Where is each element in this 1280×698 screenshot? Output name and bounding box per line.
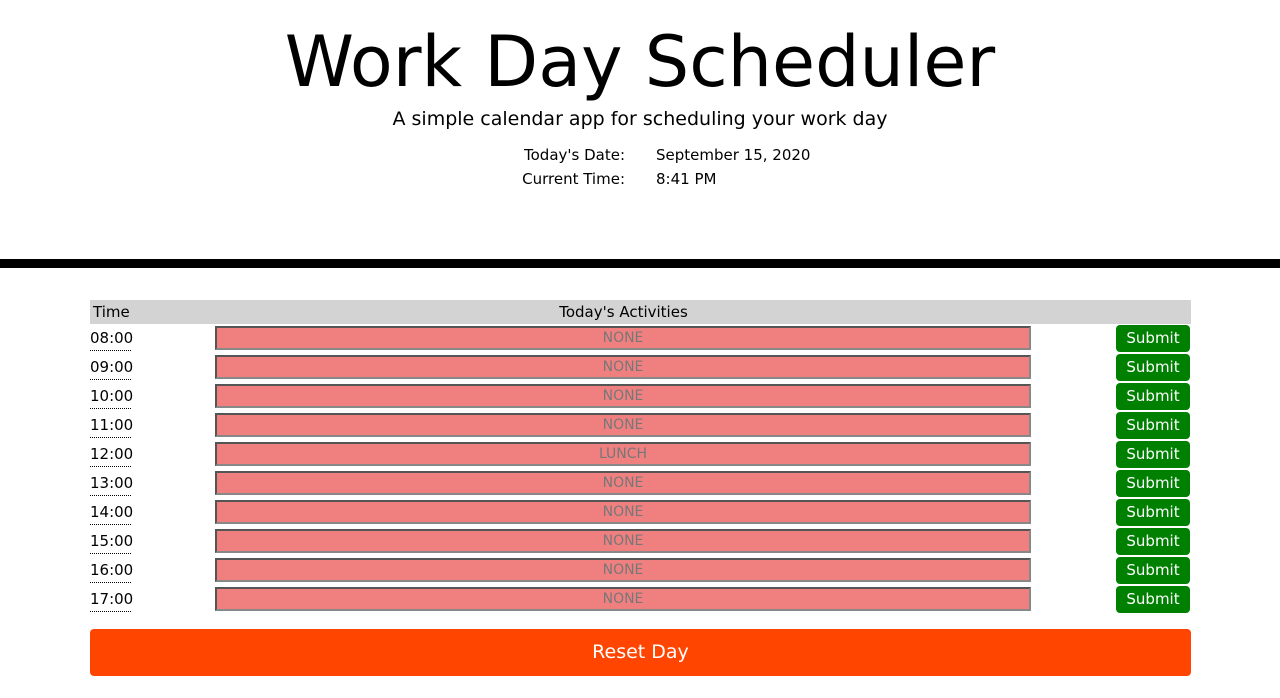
table-row: 14:00 NONE Submit	[90, 499, 1191, 528]
activity-input[interactable]: NONE	[215, 587, 1031, 611]
table-row: 08:00 NONE Submit	[90, 325, 1191, 354]
table-row: 17:00 NONE Submit	[90, 586, 1191, 615]
col-activities: Today's Activities	[559, 303, 688, 321]
submit-button[interactable]: Submit	[1116, 557, 1190, 584]
activity-input[interactable]: NONE	[215, 529, 1031, 553]
activity-input[interactable]: NONE	[215, 558, 1031, 582]
hour-label: 14:00	[90, 503, 133, 525]
table-row: 09:00 NONE Submit	[90, 354, 1191, 383]
reset-day-button[interactable]: Reset Day	[90, 629, 1191, 676]
time-value: 8:41 PM	[656, 170, 717, 188]
table-row: 10:00 NONE Submit	[90, 383, 1191, 412]
submit-button[interactable]: Submit	[1116, 470, 1190, 497]
time-label: Current Time:	[522, 170, 625, 188]
submit-button[interactable]: Submit	[1116, 586, 1190, 613]
hour-label: 17:00	[90, 590, 133, 612]
activity-input[interactable]: NONE	[215, 500, 1031, 524]
divider	[0, 259, 1280, 268]
hour-label: 08:00	[90, 329, 133, 351]
table-row: 16:00 NONE Submit	[90, 557, 1191, 586]
table-row: 11:00 NONE Submit	[90, 412, 1191, 441]
table-row: 12:00 LUNCH Submit	[90, 441, 1191, 470]
table-header: Time Today's Activities	[90, 300, 1191, 324]
activity-input[interactable]: NONE	[215, 355, 1031, 379]
submit-button[interactable]: Submit	[1116, 499, 1190, 526]
date-label: Today's Date:	[524, 146, 625, 164]
activity-input[interactable]: NONE	[215, 471, 1031, 495]
hour-label: 15:00	[90, 532, 133, 554]
table-row: 15:00 NONE Submit	[90, 528, 1191, 557]
page-title: Work Day Scheduler	[284, 21, 996, 103]
submit-button[interactable]: Submit	[1116, 528, 1190, 555]
activity-input[interactable]: NONE	[215, 384, 1031, 408]
submit-button[interactable]: Submit	[1116, 412, 1190, 439]
submit-button[interactable]: Submit	[1116, 354, 1190, 381]
activity-input[interactable]: NONE	[215, 326, 1031, 350]
submit-button[interactable]: Submit	[1116, 383, 1190, 410]
activity-input[interactable]: NONE	[215, 413, 1031, 437]
date-value: September 15, 2020	[656, 146, 811, 164]
hour-label: 09:00	[90, 358, 133, 380]
hour-label: 10:00	[90, 387, 133, 409]
hour-label: 11:00	[90, 416, 133, 438]
hour-label: 12:00	[90, 445, 133, 467]
hour-label: 13:00	[90, 474, 133, 496]
submit-button[interactable]: Submit	[1116, 325, 1190, 352]
hour-label: 16:00	[90, 561, 133, 583]
page-subtitle: A simple calendar app for scheduling you…	[392, 108, 888, 130]
activity-input[interactable]: LUNCH	[215, 442, 1031, 466]
table-row: 13:00 NONE Submit	[90, 470, 1191, 499]
submit-button[interactable]: Submit	[1116, 441, 1190, 468]
